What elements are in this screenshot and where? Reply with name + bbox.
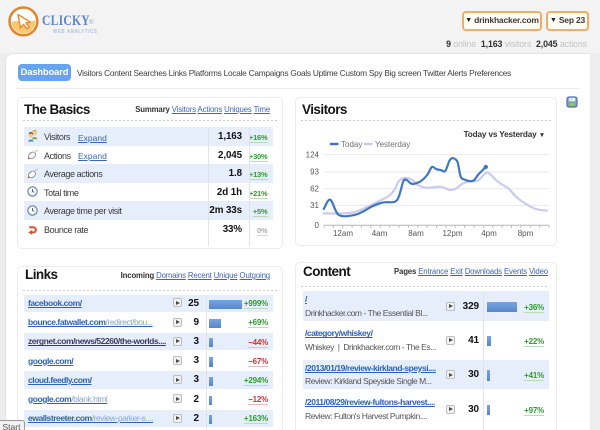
svg-text:0: 0 (315, 221, 320, 230)
svg-text:4am: 4am (372, 229, 388, 238)
svg-text:Today: Today (341, 140, 362, 149)
svg-text:8am: 8am (408, 229, 424, 238)
svg-text:12am: 12am (333, 229, 353, 238)
svg-text:93: 93 (310, 168, 319, 177)
svg-text:12pm: 12pm (442, 229, 462, 238)
svg-text:62: 62 (310, 184, 319, 193)
svg-text:124: 124 (306, 150, 320, 159)
svg-text:31: 31 (310, 201, 319, 210)
svg-text:8pm: 8pm (518, 229, 534, 238)
svg-text:Yesterday: Yesterday (375, 140, 410, 149)
svg-text:4pm: 4pm (481, 229, 497, 238)
